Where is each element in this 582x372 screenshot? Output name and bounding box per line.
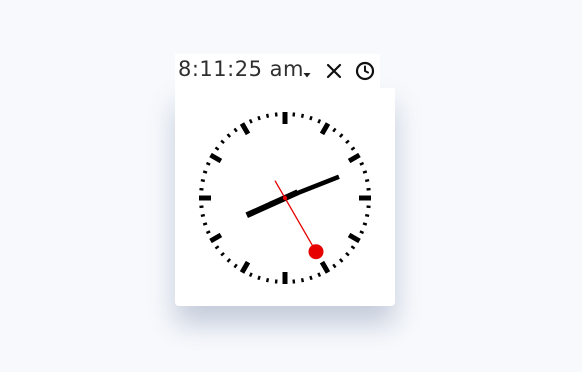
hour-tick bbox=[319, 260, 331, 274]
minute-tick bbox=[338, 133, 344, 138]
minute-tick bbox=[202, 222, 208, 226]
minute-tick bbox=[300, 113, 305, 119]
minute-tick bbox=[205, 161, 211, 166]
minute-tick bbox=[202, 170, 208, 174]
clock-widget: 8:11:25 am bbox=[175, 54, 395, 306]
minute-tick bbox=[317, 272, 322, 278]
minute-tick bbox=[233, 263, 238, 269]
hour-tick bbox=[319, 122, 331, 136]
analog-clock-face bbox=[199, 112, 371, 284]
caret-down-icon[interactable] bbox=[302, 65, 312, 78]
clock-header: 8:11:25 am bbox=[175, 54, 380, 88]
minute-tick bbox=[300, 277, 305, 283]
center-pivot bbox=[282, 195, 288, 201]
minute-tick bbox=[362, 170, 368, 174]
minute-tick bbox=[248, 118, 253, 124]
minute-tick bbox=[350, 245, 356, 250]
minute-tick bbox=[309, 115, 313, 121]
close-icon[interactable] bbox=[323, 60, 345, 82]
minute-tick bbox=[214, 146, 220, 151]
minute-tick bbox=[350, 146, 356, 151]
clock-icon[interactable] bbox=[353, 59, 377, 83]
minute-tick bbox=[359, 161, 365, 166]
minute-tick bbox=[257, 115, 261, 121]
minute-tick bbox=[332, 263, 337, 269]
minute-tick bbox=[200, 178, 206, 183]
minute-tick bbox=[214, 245, 220, 250]
minute-tick bbox=[364, 178, 370, 183]
minute-tick bbox=[345, 251, 350, 257]
minute-tick bbox=[317, 118, 322, 124]
hour-tick bbox=[347, 152, 361, 164]
minute-tick bbox=[248, 272, 253, 278]
clock-hands bbox=[245, 174, 340, 260]
minute-tick bbox=[309, 275, 313, 281]
minute-tick bbox=[205, 230, 211, 235]
minute-tick bbox=[220, 251, 225, 257]
hour-tick bbox=[239, 122, 251, 136]
minute-tick bbox=[265, 113, 270, 119]
minute-tick bbox=[220, 139, 225, 145]
digital-time: 8:11:25 am bbox=[178, 57, 304, 81]
hour-tick bbox=[347, 232, 361, 244]
minute-tick bbox=[233, 127, 238, 133]
hour-tick bbox=[209, 232, 223, 244]
second-hand-tip bbox=[308, 244, 324, 260]
minute-tick bbox=[226, 258, 232, 263]
hour-tick bbox=[239, 260, 251, 274]
minute-tick bbox=[359, 230, 365, 235]
hour-tick bbox=[209, 152, 223, 164]
minute-tick bbox=[265, 277, 270, 283]
minute-tick bbox=[257, 275, 261, 281]
minute-tick bbox=[364, 213, 370, 218]
minute-tick bbox=[200, 213, 206, 218]
minute-tick bbox=[338, 258, 344, 263]
minute-tick bbox=[345, 139, 350, 145]
minute-tick bbox=[332, 127, 337, 133]
minute-tick bbox=[362, 222, 368, 226]
minute-tick bbox=[226, 133, 232, 138]
